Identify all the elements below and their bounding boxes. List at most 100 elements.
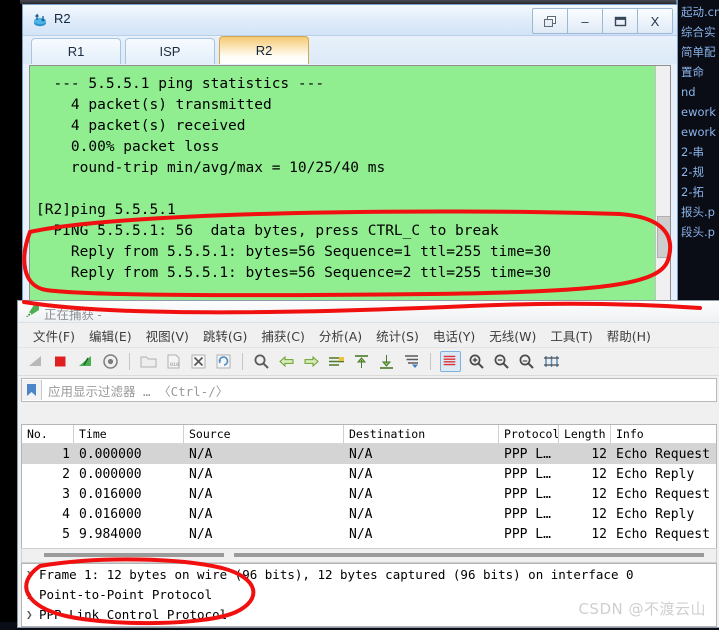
go-to-first-icon[interactable] — [352, 352, 371, 371]
router-icon — [32, 11, 50, 29]
table-row[interactable]: 3 0.016000 N/A N/A PPP L… 12 Echo Reques… — [22, 484, 716, 504]
cell-source: N/A — [189, 466, 213, 482]
close-button[interactable]: X — [637, 8, 673, 34]
chevron-right-icon[interactable]: ❯ — [26, 568, 39, 581]
menu-go[interactable]: 跳转(G) — [196, 324, 254, 347]
menu-tools[interactable]: 工具(T) — [543, 324, 599, 347]
menu-edit[interactable]: 编辑(E) — [82, 324, 139, 347]
cell-destination: N/A — [349, 466, 373, 482]
cmd-line: nd — [681, 85, 696, 99]
start-capture-icon[interactable] — [26, 352, 45, 371]
auto-scroll-icon[interactable] — [402, 352, 421, 371]
toolbar-separator — [129, 353, 130, 370]
router-console-window[interactable]: R2 – X R1 ISP R2 --- 5.5.5.1 ping statis… — [22, 4, 678, 306]
table-row[interactable]: 4 0.016000 N/A N/A PPP L… 12 Echo Reply — [22, 504, 716, 524]
detail-row-label: Point-to-Point Protocol — [39, 586, 213, 602]
menu-statistics[interactable]: 统计(S) — [369, 324, 426, 347]
resize-columns-icon[interactable] — [542, 352, 561, 371]
menu-help[interactable]: 帮助(H) — [600, 324, 658, 347]
column-header-info[interactable]: Info — [611, 425, 716, 443]
go-to-last-icon[interactable] — [377, 352, 396, 371]
tab-r2[interactable]: R2 — [219, 36, 309, 64]
display-filter-bar[interactable]: 应用显示过滤器 … 〈Ctrl-/〉 — [21, 378, 717, 402]
column-header-destination[interactable]: Destination — [344, 425, 499, 443]
chevron-right-icon[interactable]: ❯ — [26, 588, 39, 601]
zoom-out-icon[interactable] — [492, 352, 511, 371]
restart-capture-icon[interactable] — [76, 352, 95, 371]
router-tab-bar: R1 ISP R2 — [23, 36, 677, 64]
go-to-packet-icon[interactable] — [327, 352, 346, 371]
cell-source: N/A — [189, 506, 213, 522]
menu-capture[interactable]: 捕获(C) — [254, 324, 311, 347]
cell-source: N/A — [189, 486, 213, 502]
save-file-icon[interactable]: 010 — [164, 352, 183, 371]
menu-wireless[interactable]: 无线(W) — [482, 324, 543, 347]
cmd-line: 报头.p — [681, 205, 715, 219]
wireshark-menubar: 文件(F) 编辑(E) 视图(V) 跳转(G) 捕获(C) 分析(A) 统计(S… — [18, 323, 719, 348]
cell-no: 4 — [62, 506, 70, 522]
cell-no: 2 — [62, 466, 70, 482]
capture-options-icon[interactable] — [101, 352, 120, 371]
detail-row-label: Frame 1: 12 bytes on wire (96 bits), 12 … — [39, 566, 634, 582]
go-back-icon[interactable] — [277, 352, 296, 371]
display-filter-input[interactable]: 应用显示过滤器 … 〈Ctrl-/〉 — [42, 381, 716, 400]
detail-row-frame[interactable]: ❯ Frame 1: 12 bytes on wire (96 bits), 1… — [22, 564, 716, 584]
zoom-in-icon[interactable] — [467, 352, 486, 371]
scrollbar-thumb[interactable] — [44, 553, 224, 557]
tab-r1[interactable]: R1 — [31, 38, 121, 64]
menu-view[interactable]: 视图(V) — [139, 324, 196, 347]
router-window-title: R2 — [54, 11, 71, 26]
table-row[interactable]: 2 0.000000 N/A N/A PPP L… 12 Echo Reply — [22, 464, 716, 484]
colorize-icon[interactable] — [440, 351, 461, 372]
close-file-icon[interactable] — [189, 352, 208, 371]
packet-list-horizontal-scrollbar[interactable] — [21, 548, 717, 563]
wireshark-icon — [25, 304, 40, 319]
column-header-length[interactable]: Length — [559, 425, 611, 443]
terminal-output[interactable]: --- 5.5.5.1 ping statistics --- 4 packet… — [30, 66, 656, 300]
chevron-right-icon[interactable]: ❯ — [26, 608, 39, 621]
svg-text:010: 010 — [170, 362, 179, 368]
cell-time: 0.000000 — [79, 446, 142, 462]
cell-info: Echo Request — [616, 526, 710, 542]
terminal-scrollbar[interactable] — [655, 66, 670, 300]
cmd-line: 简单配 — [681, 45, 716, 59]
reload-file-icon[interactable] — [214, 352, 233, 371]
open-file-icon[interactable] — [139, 352, 158, 371]
tab-isp[interactable]: ISP — [125, 38, 215, 64]
terminal-scrollbar-thumb[interactable] — [657, 216, 670, 258]
wireshark-toolbar: 010 — [18, 348, 719, 376]
cell-no: 3 — [62, 486, 70, 502]
minimize-button[interactable]: – — [567, 8, 603, 34]
column-header-source[interactable]: Source — [184, 425, 344, 443]
cmd-line: ework — [681, 125, 716, 139]
zoom-reset-icon[interactable] — [517, 352, 536, 371]
router-titlebar[interactable]: R2 – X — [23, 5, 677, 36]
stop-capture-icon[interactable] — [51, 352, 70, 371]
cell-info: Echo Request — [616, 446, 710, 462]
column-header-protocol[interactable]: Protocol — [499, 425, 559, 443]
menu-analyze[interactable]: 分析(A) — [312, 324, 369, 347]
cmd-line: 起动.cmd — [681, 5, 719, 19]
menu-telephony[interactable]: 电话(Y) — [426, 324, 482, 347]
maximize-button[interactable] — [602, 8, 638, 34]
wireshark-window[interactable]: 正在捕获 - 文件(F) 编辑(E) 视图(V) 跳转(G) 捕获(C) 分析(… — [17, 300, 719, 628]
cell-length: 12 — [591, 506, 607, 522]
scrollbar-thumb[interactable] — [234, 553, 704, 557]
table-row[interactable]: 5 9.984000 N/A N/A PPP L… 12 Echo Reques… — [22, 524, 716, 544]
cell-length: 12 — [591, 526, 607, 542]
menu-file[interactable]: 文件(F) — [26, 324, 82, 347]
column-header-time[interactable]: Time — [74, 425, 184, 443]
table-row[interactable]: 1 0.000000 N/A N/A PPP L… 12 Echo Reques… — [22, 444, 716, 464]
packet-list[interactable]: No. Time Source Destination Protocol Len… — [21, 424, 717, 549]
wireshark-titlebar[interactable]: 正在捕获 - — [18, 301, 719, 323]
cmd-line: 2-拓 — [681, 185, 704, 199]
cell-info: Echo Reply — [616, 506, 695, 522]
restore-button[interactable] — [532, 8, 568, 34]
cmd-line: 2-规 — [681, 165, 704, 179]
go-forward-icon[interactable] — [302, 352, 321, 371]
column-header-no[interactable]: No. — [22, 425, 74, 443]
cell-protocol: PPP L… — [504, 526, 551, 542]
bookmark-icon[interactable] — [22, 380, 42, 400]
terminal-container[interactable]: --- 5.5.5.1 ping statistics --- 4 packet… — [29, 65, 671, 301]
find-packet-icon[interactable] — [252, 352, 271, 371]
